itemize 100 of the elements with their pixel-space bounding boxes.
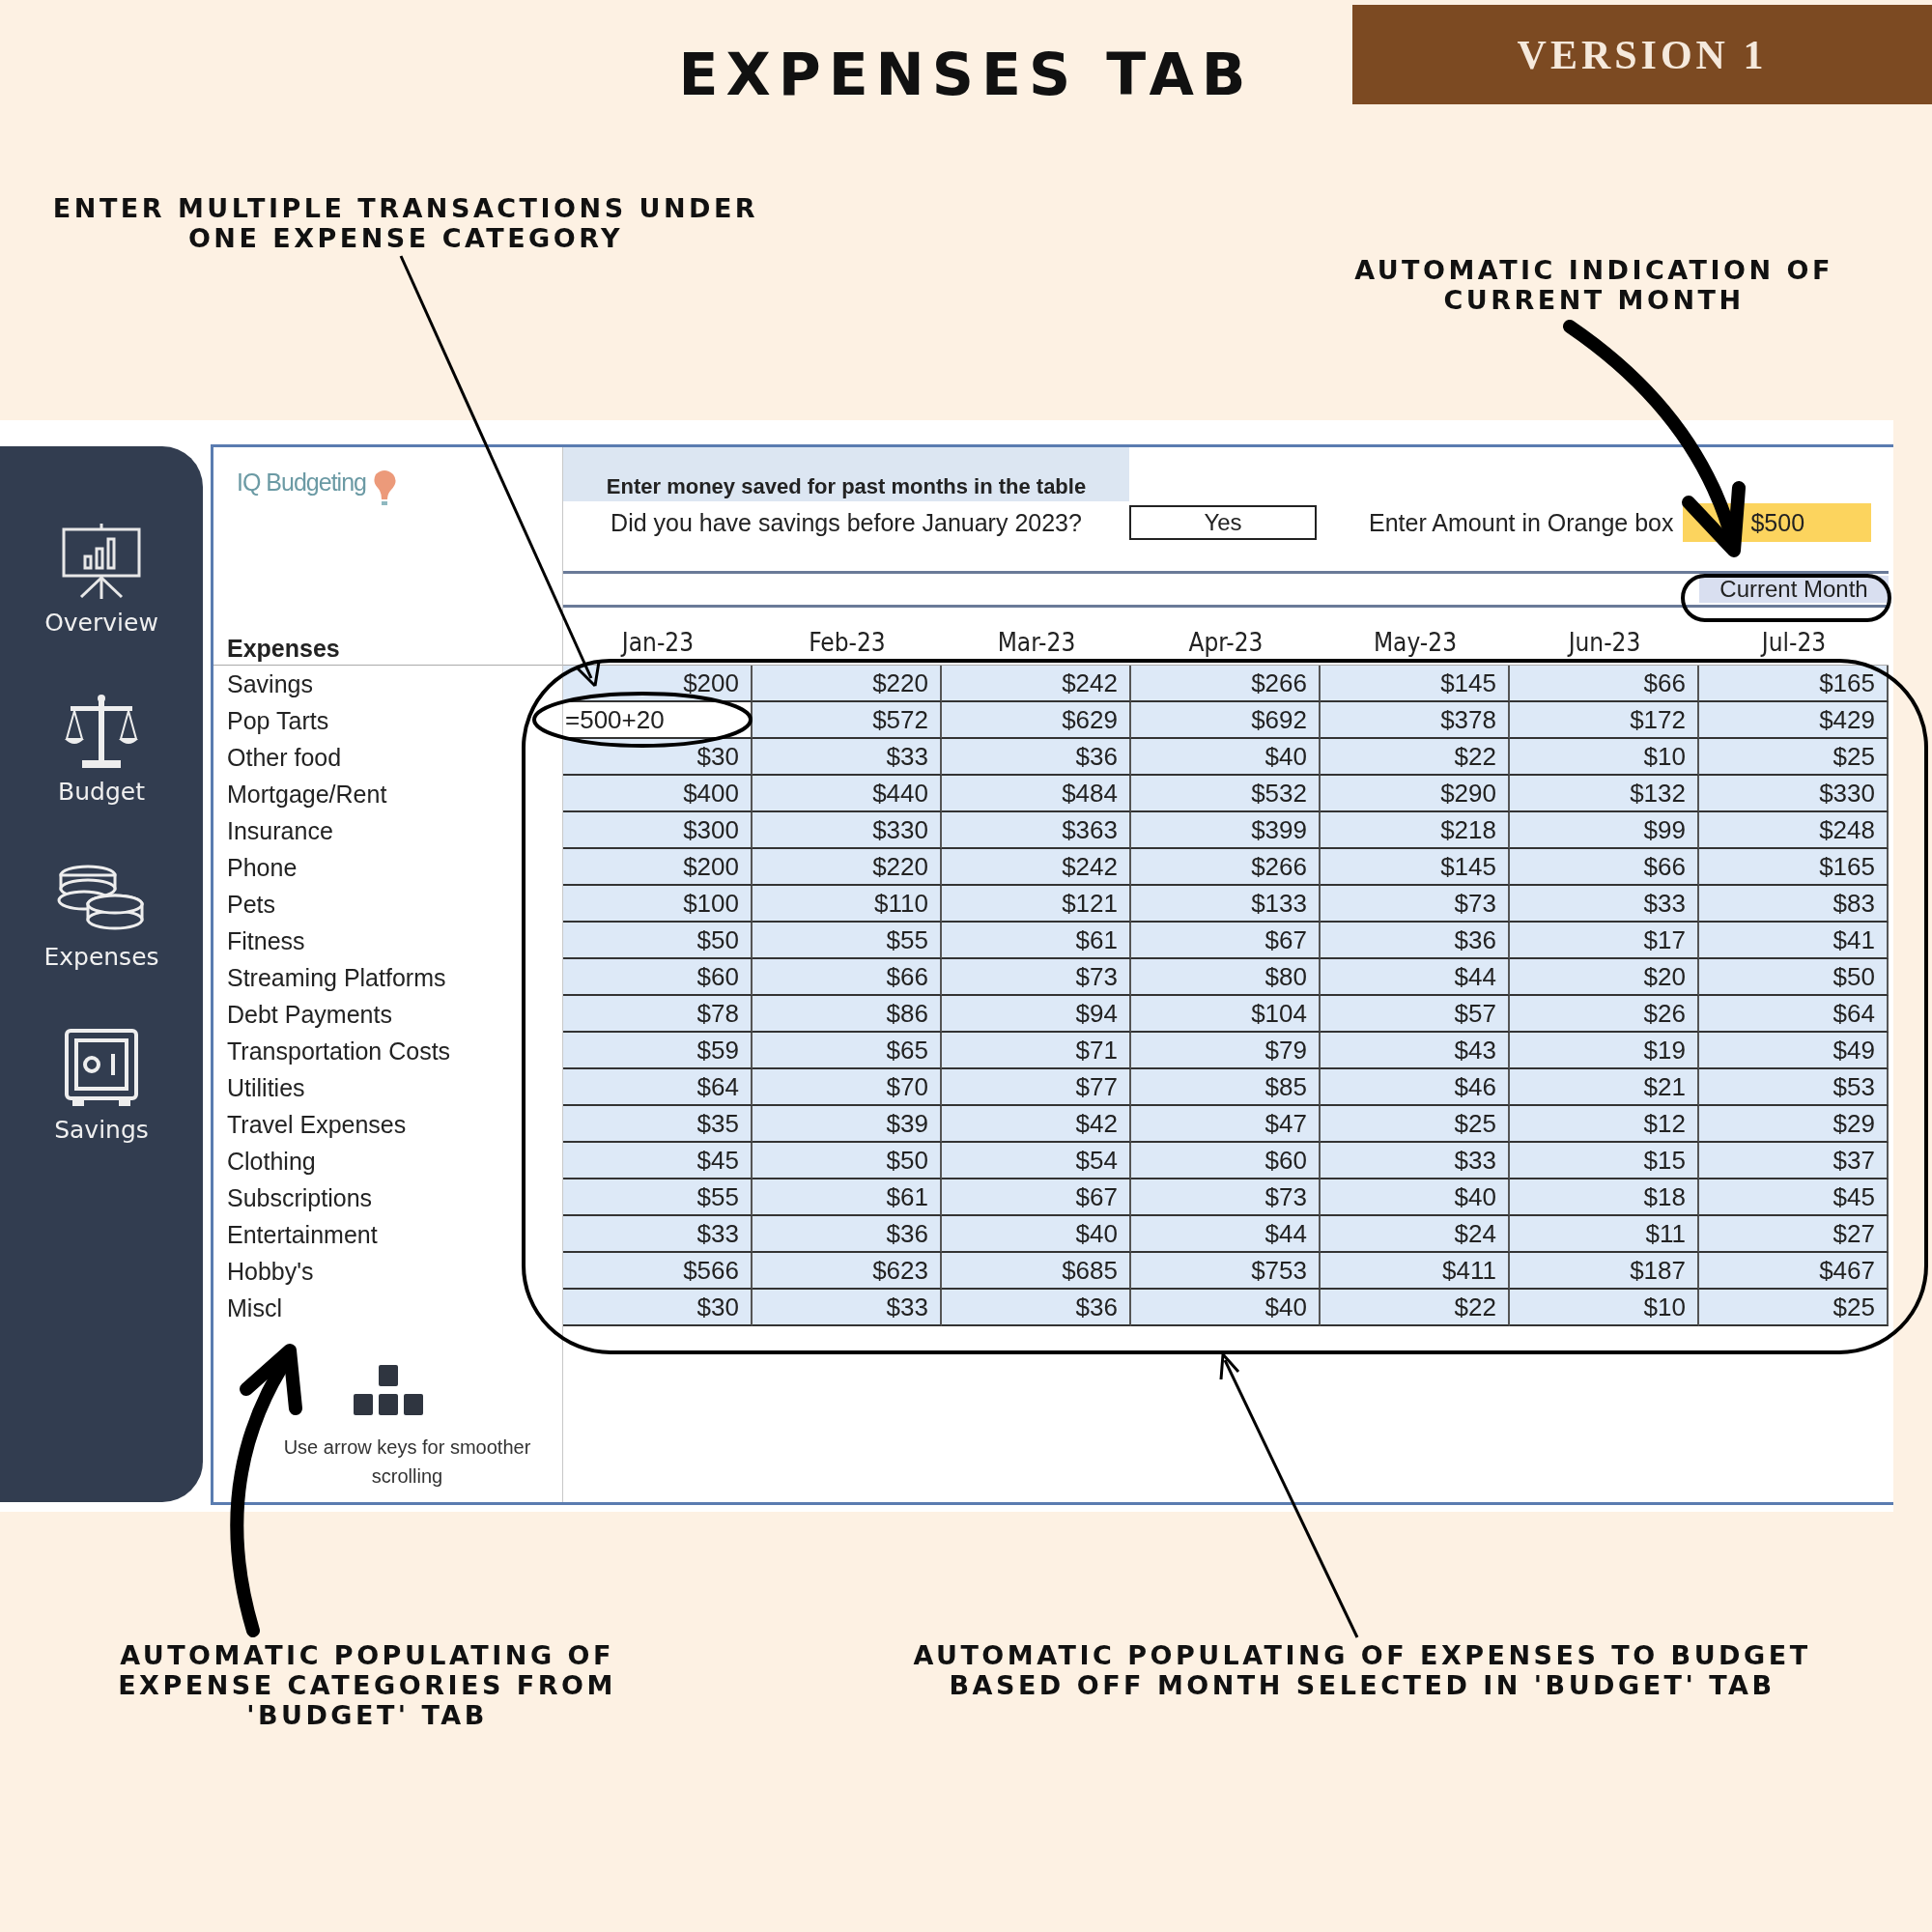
table-cell[interactable]: $100 — [563, 886, 753, 923]
table-cell[interactable]: $132 — [1510, 776, 1699, 812]
table-cell[interactable]: $65 — [753, 1033, 942, 1069]
table-cell[interactable]: $78 — [563, 996, 753, 1033]
table-cell[interactable]: $30 — [563, 739, 753, 776]
table-cell[interactable]: $64 — [1699, 996, 1889, 1033]
table-cell[interactable]: $71 — [942, 1033, 1131, 1069]
table-cell[interactable]: $80 — [1131, 959, 1321, 996]
table-cell[interactable]: $440 — [753, 776, 942, 812]
table-cell[interactable]: $60 — [563, 959, 753, 996]
table-cell[interactable]: $44 — [1131, 1216, 1321, 1253]
table-cell[interactable]: $266 — [1131, 666, 1321, 702]
table-cell[interactable]: $40 — [942, 1216, 1131, 1253]
table-cell[interactable]: $290 — [1321, 776, 1510, 812]
table-cell[interactable]: $67 — [942, 1179, 1131, 1216]
table-cell[interactable]: $378 — [1321, 702, 1510, 739]
sidebar-item[interactable]: Budget — [58, 693, 145, 806]
table-cell[interactable]: $330 — [753, 812, 942, 849]
table-cell[interactable]: $22 — [1321, 739, 1510, 776]
table-cell[interactable]: $21 — [1510, 1069, 1699, 1106]
table-cell[interactable]: $623 — [753, 1253, 942, 1290]
table-cell[interactable]: $70 — [753, 1069, 942, 1106]
table-cell[interactable]: $67 — [1131, 923, 1321, 959]
table-cell[interactable]: $36 — [1321, 923, 1510, 959]
table-cell[interactable]: $330 — [1699, 776, 1889, 812]
table-cell[interactable]: $399 — [1131, 812, 1321, 849]
table-cell[interactable]: $104 — [1131, 996, 1321, 1033]
table-cell[interactable]: $165 — [1699, 666, 1889, 702]
table-cell[interactable]: $266 — [1131, 849, 1321, 886]
table-cell[interactable]: $61 — [753, 1179, 942, 1216]
table-cell[interactable]: $19 — [1510, 1033, 1699, 1069]
table-cell[interactable]: $220 — [753, 849, 942, 886]
table-cell[interactable]: $17 — [1510, 923, 1699, 959]
table-cell[interactable]: $33 — [1510, 886, 1699, 923]
table-cell[interactable]: $45 — [1699, 1179, 1889, 1216]
table-cell[interactable]: $145 — [1321, 849, 1510, 886]
table-cell[interactable]: $33 — [753, 739, 942, 776]
table-cell[interactable]: $73 — [1321, 886, 1510, 923]
table-cell[interactable]: $218 — [1321, 812, 1510, 849]
table-cell[interactable]: $40 — [1131, 1290, 1321, 1326]
table-cell[interactable]: $400 — [563, 776, 753, 812]
table-cell[interactable]: $49 — [1699, 1033, 1889, 1069]
table-cell[interactable]: $300 — [563, 812, 753, 849]
table-cell[interactable]: $572 — [753, 702, 942, 739]
table-cell[interactable]: $15 — [1510, 1143, 1699, 1179]
table-cell[interactable]: $86 — [753, 996, 942, 1033]
table-cell[interactable]: $26 — [1510, 996, 1699, 1033]
table-cell[interactable]: $85 — [1131, 1069, 1321, 1106]
table-cell[interactable]: $36 — [753, 1216, 942, 1253]
table-cell[interactable]: $41 — [1699, 923, 1889, 959]
table-cell[interactable]: $411 — [1321, 1253, 1510, 1290]
table-cell[interactable]: $66 — [1510, 666, 1699, 702]
table-cell[interactable]: $46 — [1321, 1069, 1510, 1106]
table-cell[interactable]: $47 — [1131, 1106, 1321, 1143]
table-cell[interactable]: $36 — [942, 739, 1131, 776]
table-cell[interactable]: $77 — [942, 1069, 1131, 1106]
sidebar-item[interactable]: Overview — [44, 522, 158, 637]
table-cell[interactable]: $64 — [563, 1069, 753, 1106]
table-cell[interactable]: $60 — [1131, 1143, 1321, 1179]
table-cell[interactable]: $33 — [563, 1216, 753, 1253]
table-cell[interactable]: $44 — [1321, 959, 1510, 996]
table-cell[interactable]: $242 — [942, 849, 1131, 886]
table-cell[interactable]: $94 — [942, 996, 1131, 1033]
table-cell[interactable]: $25 — [1699, 1290, 1889, 1326]
table-cell[interactable]: $66 — [753, 959, 942, 996]
table-cell[interactable]: $24 — [1321, 1216, 1510, 1253]
table-cell[interactable]: $133 — [1131, 886, 1321, 923]
table-cell[interactable]: $73 — [942, 959, 1131, 996]
table-cell[interactable]: $27 — [1699, 1216, 1889, 1253]
table-cell[interactable]: $753 — [1131, 1253, 1321, 1290]
table-cell[interactable]: $18 — [1510, 1179, 1699, 1216]
table-cell[interactable]: $11 — [1510, 1216, 1699, 1253]
table-cell[interactable]: $165 — [1699, 849, 1889, 886]
table-cell[interactable]: $685 — [942, 1253, 1131, 1290]
table-cell[interactable]: $53 — [1699, 1069, 1889, 1106]
table-cell[interactable]: $121 — [942, 886, 1131, 923]
table-cell[interactable]: $30 — [563, 1290, 753, 1326]
table-cell[interactable]: $40 — [1321, 1179, 1510, 1216]
table-cell[interactable]: $45 — [563, 1143, 753, 1179]
table-cell[interactable]: $467 — [1699, 1253, 1889, 1290]
table-cell[interactable]: $12 — [1510, 1106, 1699, 1143]
table-cell[interactable]: $532 — [1131, 776, 1321, 812]
table-cell[interactable]: $73 — [1131, 1179, 1321, 1216]
table-cell[interactable]: $33 — [753, 1290, 942, 1326]
table-cell[interactable]: $172 — [1510, 702, 1699, 739]
table-cell[interactable]: $36 — [942, 1290, 1131, 1326]
table-cell[interactable]: $50 — [1699, 959, 1889, 996]
table-cell[interactable]: $692 — [1131, 702, 1321, 739]
table-cell[interactable]: $54 — [942, 1143, 1131, 1179]
table-cell[interactable]: $42 — [942, 1106, 1131, 1143]
table-cell[interactable]: $66 — [1510, 849, 1699, 886]
table-cell[interactable]: $29 — [1699, 1106, 1889, 1143]
table-cell[interactable]: $50 — [563, 923, 753, 959]
table-cell[interactable]: $566 — [563, 1253, 753, 1290]
table-cell[interactable]: $22 — [1321, 1290, 1510, 1326]
table-cell[interactable]: $35 — [563, 1106, 753, 1143]
table-cell[interactable]: $242 — [942, 666, 1131, 702]
table-cell[interactable]: $59 — [563, 1033, 753, 1069]
table-cell[interactable]: $40 — [1131, 739, 1321, 776]
table-cell[interactable]: $248 — [1699, 812, 1889, 849]
